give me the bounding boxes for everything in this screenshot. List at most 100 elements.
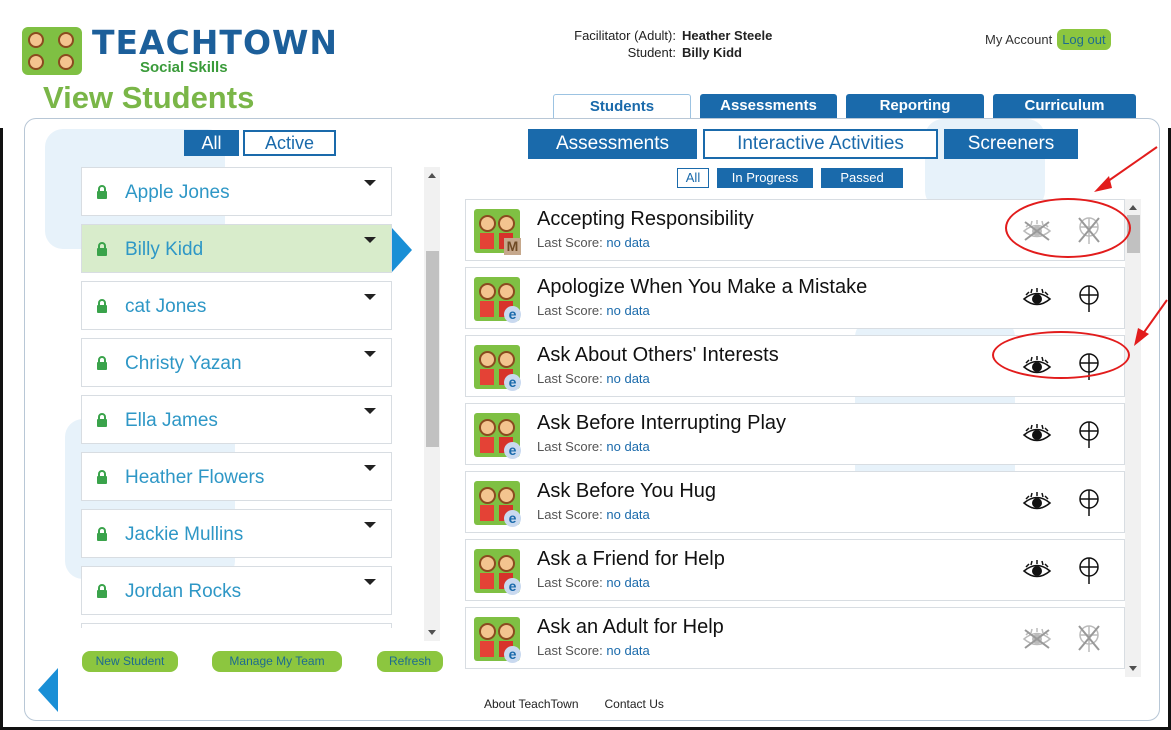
last-score: Last Score: no data xyxy=(537,507,650,522)
scroll-up-icon[interactable] xyxy=(428,173,436,178)
student-row[interactable] xyxy=(81,623,392,628)
view-eye-icon[interactable] xyxy=(1022,628,1052,650)
new-student-button[interactable]: New Student xyxy=(82,651,178,672)
activity-title: Ask a Friend for Help xyxy=(537,548,725,570)
last-score-value: no data xyxy=(606,439,650,454)
activity-title: Apologize When You Make a Mistake xyxy=(537,276,868,298)
scroll-up-icon[interactable] xyxy=(1129,205,1137,210)
last-score-value: no data xyxy=(606,507,650,522)
activity-title: Ask About Others' Interests xyxy=(537,344,779,366)
tab-reporting[interactable]: Reporting xyxy=(846,94,984,118)
lock-icon xyxy=(97,299,107,313)
chevron-down-icon[interactable] xyxy=(364,294,376,300)
activity-type-badge: e xyxy=(504,442,521,459)
student-name-label: Jordan Rocks xyxy=(125,581,242,602)
last-score-label: Last Score: xyxy=(537,507,603,522)
student-row[interactable]: Billy Kidd xyxy=(81,224,392,273)
activity-row[interactable]: e Ask an Adult for Help Last Score: no dat… xyxy=(465,607,1125,669)
last-score: Last Score: no data xyxy=(537,371,650,386)
chevron-down-icon[interactable] xyxy=(364,579,376,585)
last-score: Last Score: no data xyxy=(537,303,650,318)
subtab-screeners[interactable]: Screeners xyxy=(944,129,1078,159)
student-row[interactable]: Jackie Mullins xyxy=(81,509,392,558)
student-row[interactable]: cat Jones xyxy=(81,281,392,330)
scroll-down-icon[interactable] xyxy=(428,630,436,635)
main-tabs: Students Assessments Reporting Curriculu… xyxy=(553,94,1145,119)
play-activity-icon[interactable] xyxy=(1078,556,1100,586)
facilitator-label: Facilitator (Adult): xyxy=(574,28,676,43)
activity-title: Ask Before Interrupting Play xyxy=(537,412,787,434)
activity-row[interactable]: e Ask Before You Hug Last Score: no data xyxy=(465,471,1125,533)
last-score-label: Last Score: xyxy=(537,371,603,386)
lock-icon xyxy=(97,356,107,370)
logo-subtitle: Social Skills xyxy=(140,59,228,76)
chevron-down-icon[interactable] xyxy=(364,408,376,414)
activity-title: Ask an Adult for Help xyxy=(537,616,724,638)
view-eye-icon[interactable] xyxy=(1022,288,1052,310)
play-activity-icon[interactable] xyxy=(1078,284,1100,314)
manage-team-button[interactable]: Manage My Team xyxy=(212,651,342,672)
student-row[interactable]: Christy Yazan xyxy=(81,338,392,387)
previous-arrow-icon[interactable] xyxy=(38,668,58,712)
last-score-label: Last Score: xyxy=(537,439,603,454)
student-name: Billy Kidd xyxy=(682,45,742,60)
student-name-label: Billy Kidd xyxy=(125,239,204,260)
chevron-down-icon[interactable] xyxy=(364,465,376,471)
chevron-down-icon[interactable] xyxy=(364,237,376,243)
activity-type-badge: e xyxy=(504,510,521,527)
student-label: Student: xyxy=(627,45,676,60)
tab-students[interactable]: Students xyxy=(553,94,691,119)
lock-icon xyxy=(97,584,107,598)
contact-link[interactable]: Contact Us xyxy=(605,697,664,711)
view-eye-icon[interactable] xyxy=(1022,492,1052,514)
chevron-down-icon[interactable] xyxy=(364,351,376,357)
scroll-down-icon[interactable] xyxy=(1129,666,1137,671)
last-score: Last Score: no data xyxy=(537,439,650,454)
student-row[interactable]: Jordan Rocks xyxy=(81,566,392,615)
student-row[interactable]: Apple Jones xyxy=(81,167,392,216)
play-activity-icon[interactable] xyxy=(1078,420,1100,450)
about-link[interactable]: About TeachTown xyxy=(484,697,579,711)
lock-icon xyxy=(97,470,107,484)
student-list-scrollbar[interactable] xyxy=(424,167,440,641)
chevron-down-icon[interactable] xyxy=(364,180,376,186)
activity-row[interactable]: e Apologize When You Make a Mistake Last S… xyxy=(465,267,1125,329)
refresh-button[interactable]: Refresh xyxy=(377,651,443,672)
student-row[interactable]: Heather Flowers xyxy=(81,452,392,501)
activity-row[interactable]: e Ask a Friend for Help Last Score: no dat… xyxy=(465,539,1125,601)
facilitator-name: Heather Steele xyxy=(682,28,773,43)
status-in-progress[interactable]: In Progress xyxy=(717,168,813,188)
account-area: My Account Log out xyxy=(985,29,1111,50)
activity-row[interactable]: e Ask Before Interrupting Play Last Score:… xyxy=(465,403,1125,465)
logout-button[interactable]: Log out xyxy=(1057,29,1111,50)
play-activity-icon[interactable] xyxy=(1078,488,1100,518)
status-all[interactable]: All xyxy=(677,168,709,188)
activity-type-badge: e xyxy=(504,578,521,595)
lock-icon xyxy=(97,185,107,199)
lock-icon xyxy=(97,413,107,427)
tab-curriculum[interactable]: Curriculum xyxy=(993,94,1136,118)
play-activity-icon[interactable] xyxy=(1078,624,1100,654)
status-filter: All In Progress Passed xyxy=(677,168,911,188)
view-eye-icon[interactable] xyxy=(1022,424,1052,446)
subtab-assessments[interactable]: Assessments xyxy=(528,129,697,159)
student-name-label: Christy Yazan xyxy=(125,353,242,374)
logo-kids-icon xyxy=(22,26,82,75)
activity-list-scrollbar[interactable] xyxy=(1125,199,1141,677)
teachtown-logo[interactable]: TEACHTOWN Social Skills xyxy=(22,26,338,75)
scrollbar-thumb[interactable] xyxy=(426,251,439,447)
my-account-link[interactable]: My Account xyxy=(985,32,1052,47)
activity-type-badge: e xyxy=(504,374,521,391)
last-score: Last Score: no data xyxy=(537,235,650,250)
filter-active-students[interactable]: Active xyxy=(243,130,336,156)
student-name-label: Ella James xyxy=(125,410,218,431)
tab-assessments[interactable]: Assessments xyxy=(700,94,837,118)
last-score-label: Last Score: xyxy=(537,235,603,250)
filter-all-students[interactable]: All xyxy=(184,130,239,156)
student-row[interactable]: Ella James xyxy=(81,395,392,444)
chevron-down-icon[interactable] xyxy=(364,522,376,528)
student-name-label: Jackie Mullins xyxy=(125,524,244,545)
view-eye-icon[interactable] xyxy=(1022,560,1052,582)
status-passed[interactable]: Passed xyxy=(821,168,903,188)
subtab-interactive-activities[interactable]: Interactive Activities xyxy=(703,129,938,159)
